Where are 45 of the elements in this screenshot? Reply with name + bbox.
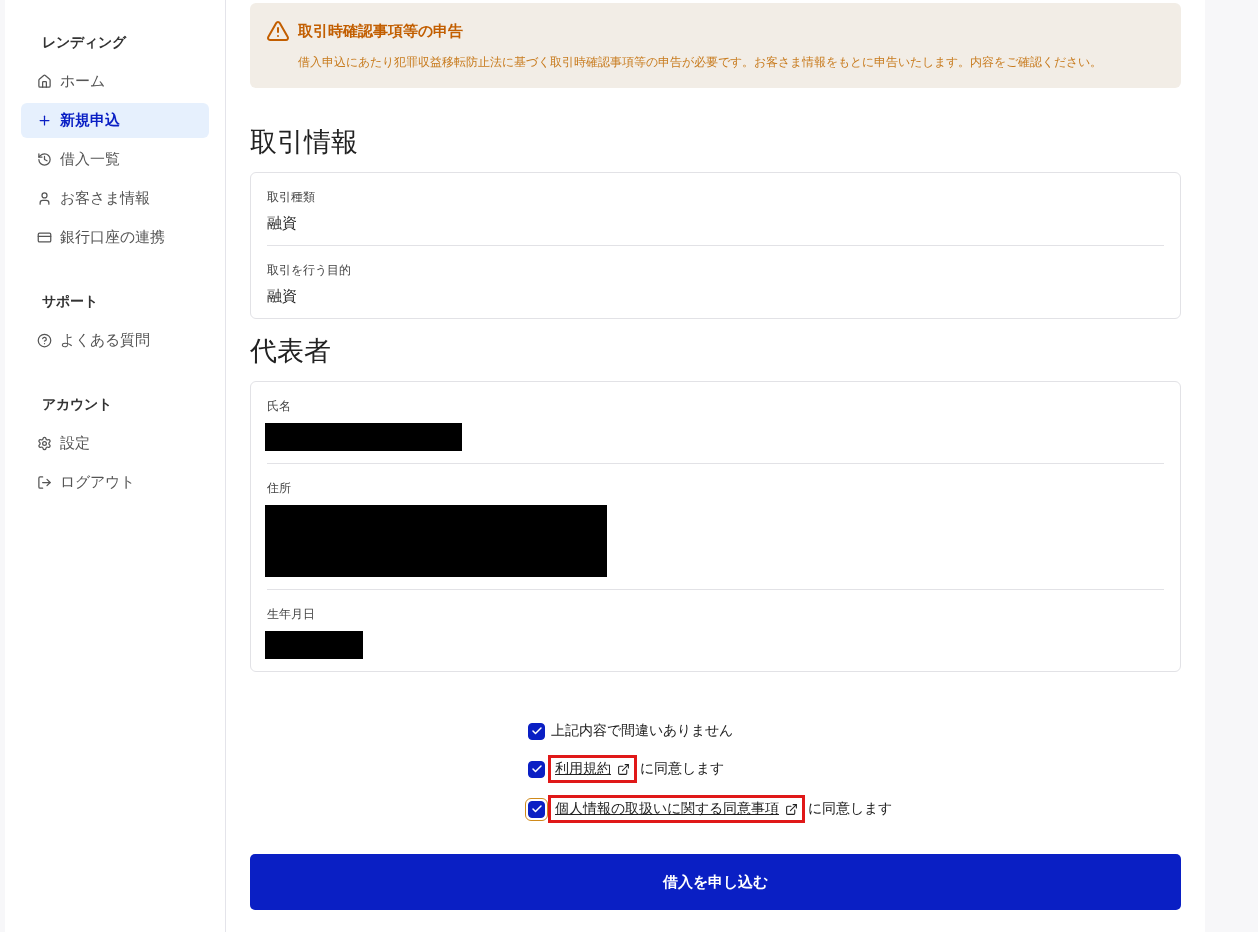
field-value: 融資 (267, 287, 298, 306)
settings-icon (37, 436, 52, 451)
sidebar-item[interactable]: ホーム (21, 64, 209, 99)
home-icon (37, 74, 52, 89)
plus-icon (37, 113, 52, 128)
warning-icon (266, 19, 290, 43)
section-title: 代表者 (250, 334, 332, 368)
sidebar-item[interactable]: 新規申込 (21, 103, 209, 138)
card-icon (37, 230, 52, 245)
field-label: 取引を行う目的 (267, 262, 352, 279)
submit-button[interactable]: 借入を申し込む (250, 854, 1181, 910)
external-link-icon (617, 762, 630, 776)
check-icon (530, 763, 543, 775)
checkbox[interactable] (528, 760, 545, 778)
sidebar-heading: サポート (41, 293, 99, 311)
sidebar-item[interactable]: よくある質問 (21, 323, 209, 358)
sidebar-item[interactable]: 設定 (21, 426, 209, 461)
field-label: 生年月日 (267, 606, 316, 623)
checkbox-label: に同意します (808, 800, 892, 818)
notice-text: 借入申込にあたり犯罪収益移転防止法に基づく取引時確認事項等の申告が必要です。お客さま情報をもとに申告いたします。内容をご確認ください。 (298, 55, 1103, 70)
check-icon (530, 803, 543, 815)
field-label: 氏名 (267, 398, 292, 415)
field-label: 取引種類 (267, 189, 316, 206)
sidebar-item[interactable]: お客さま情報 (21, 181, 209, 216)
check-icon (530, 725, 543, 737)
sidebar-item[interactable]: ログアウト (21, 465, 209, 500)
sidebar-heading: アカウント (41, 396, 113, 414)
checkbox-label: 上記内容で間違いありません (551, 722, 733, 740)
external-link-icon (785, 802, 798, 816)
field-label: 住所 (267, 480, 292, 497)
checkbox-label: に同意します (640, 760, 724, 778)
help-icon (37, 333, 52, 348)
field-value: 融資 (267, 214, 298, 233)
sidebar-item[interactable]: 借入一覧 (21, 142, 209, 177)
logout-icon (37, 475, 52, 490)
notice-title: 取引時確認事項等の申告 (298, 21, 463, 41)
checkbox[interactable] (528, 722, 545, 740)
checkbox[interactable] (528, 800, 545, 818)
terms-link[interactable]: 利用規約 (551, 758, 634, 780)
sidebar-heading: レンディング (41, 34, 128, 52)
history-icon (37, 152, 52, 167)
user-icon (37, 191, 52, 206)
sidebar-item[interactable]: 銀行口座の連携 (21, 220, 209, 255)
terms-link[interactable]: 個人情報の取扱いに関する同意事項 (551, 798, 802, 820)
section-title: 取引情報 (250, 125, 359, 159)
